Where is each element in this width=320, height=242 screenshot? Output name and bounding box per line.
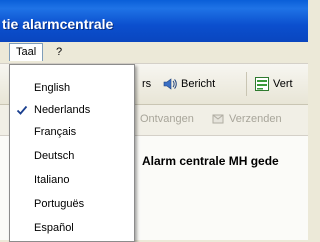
speaker-icon	[163, 78, 177, 90]
toolbar-button-vert-label: Vert	[273, 78, 293, 90]
language-item-label: Español	[34, 222, 74, 234]
language-item-label: English	[34, 82, 71, 94]
checkmark-icon	[16, 105, 28, 115]
toolbar-separator	[246, 72, 247, 96]
language-menu: English Nederlands Français Deutsch Ital…	[9, 64, 135, 242]
content-heading: Alarm centrale MH gede	[142, 154, 279, 168]
language-item-label: Italiano	[34, 174, 70, 186]
language-item-nederlands[interactable]: Nederlands	[10, 99, 134, 121]
language-item-francais[interactable]: Français	[10, 121, 134, 143]
language-item-portugues[interactable]: Portuguës	[10, 193, 134, 215]
received-button-label: Ontvangen	[140, 113, 194, 125]
title-bar: tie alarmcentrale	[0, 0, 308, 42]
toolbar-button-partial-label: rs	[142, 78, 152, 90]
language-item-label: Français	[34, 126, 77, 138]
language-item-deutsch[interactable]: Deutsch	[10, 145, 134, 167]
language-item-italiano[interactable]: Italiano	[10, 169, 134, 191]
send-button-label: Verzenden	[229, 113, 282, 125]
language-item-label: Deutsch	[34, 150, 75, 162]
report-button[interactable]: Bericht	[162, 72, 215, 96]
toolbar-button-vert[interactable]: Vert	[254, 72, 293, 96]
menu-bar: Taal ?	[0, 42, 308, 64]
window-title: tie alarmcentrale	[2, 16, 114, 32]
language-item-label: Portuguës	[34, 198, 85, 210]
menu-help[interactable]: ?	[50, 44, 68, 61]
toolbar-button-partial[interactable]: rs	[142, 72, 151, 96]
menu-taal[interactable]: Taal	[9, 43, 44, 61]
language-item-english[interactable]: English	[10, 77, 134, 99]
language-item-label: Nederlands	[34, 104, 91, 116]
send-button[interactable]: Verzenden	[212, 113, 282, 125]
grid-icon	[255, 77, 269, 91]
language-item-espanol[interactable]: Español	[10, 217, 134, 239]
report-button-label: Bericht	[181, 78, 216, 90]
send-icon	[212, 114, 224, 124]
received-button[interactable]: Ontvangen	[140, 113, 194, 125]
